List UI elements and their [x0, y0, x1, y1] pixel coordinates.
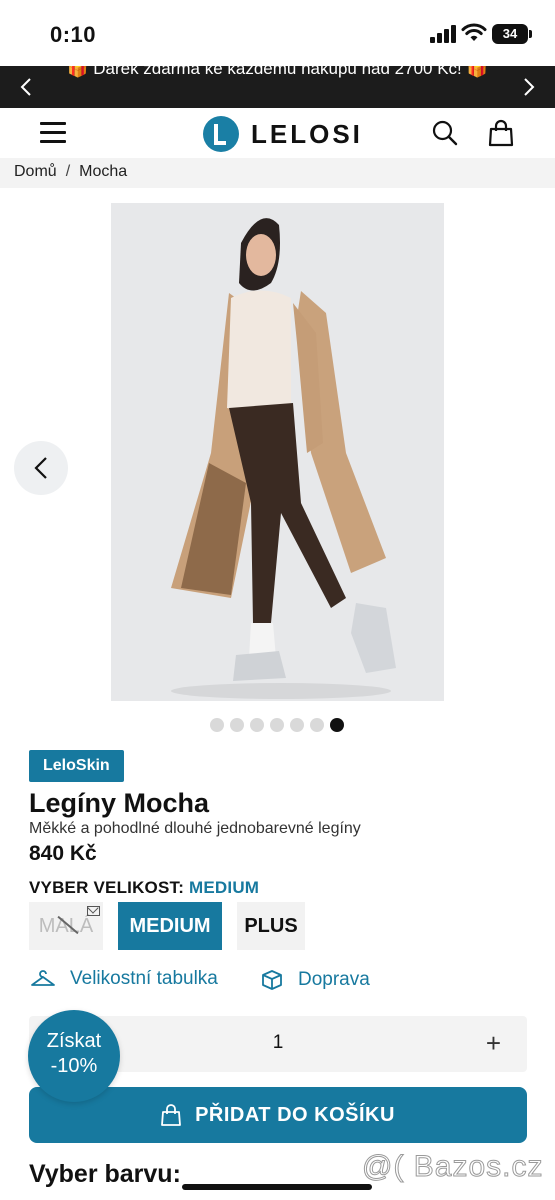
hamburger-menu-icon[interactable]: [40, 122, 66, 144]
product-price: 840 Kč: [29, 842, 97, 865]
chevron-left-icon: [20, 78, 31, 96]
size-option-label: MEDIUM: [129, 914, 211, 937]
breadcrumb: Domů / Mocha: [0, 158, 555, 188]
discount-line1: Získat: [46, 1030, 102, 1052]
breadcrumb-home-link[interactable]: Domů: [14, 163, 57, 180]
gallery-dot[interactable]: [250, 718, 264, 732]
search-icon[interactable]: [432, 120, 458, 146]
add-to-cart-label: PŘIDAT DO KOŠÍKU: [195, 1103, 395, 1126]
gallery-dot[interactable]: [210, 718, 224, 732]
size-chart-link[interactable]: Velikostní tabulka: [30, 968, 218, 990]
size-label-text: VYBER VELIKOST:: [29, 878, 185, 897]
site-header: LELOSI: [0, 108, 555, 158]
add-to-cart-button[interactable]: PŘIDAT DO KOŠÍKU: [29, 1087, 527, 1143]
size-option-label: MALÁ: [38, 914, 94, 937]
promo-text: 🎁 Dárek zdarma ke každému nákupu nad 270…: [67, 66, 488, 78]
promo-prev-button[interactable]: [6, 66, 46, 108]
size-option-medium[interactable]: MEDIUM: [118, 902, 222, 950]
brand-badge[interactable]: LeloSkin: [29, 750, 124, 782]
product-photo: [111, 203, 444, 701]
chevron-right-icon: [524, 78, 535, 96]
gallery-prev-button[interactable]: [14, 441, 68, 495]
gallery-dot[interactable]: [290, 718, 304, 732]
size-option-plus[interactable]: PLUS: [237, 902, 305, 950]
home-indicator: [182, 1184, 372, 1190]
logo-text: LELOSI: [251, 118, 363, 149]
product-title: Legíny Mocha: [29, 788, 210, 818]
gallery-dot[interactable]: [330, 718, 344, 732]
logo-mark-icon: [203, 116, 239, 152]
gallery-dot[interactable]: [270, 718, 284, 732]
package-icon: [262, 970, 282, 990]
discount-bubble[interactable]: Získat -10%: [28, 1010, 120, 1102]
logo[interactable]: LELOSI: [203, 116, 363, 152]
status-bar: 0:10 34: [0, 0, 555, 66]
product-image[interactable]: [111, 203, 444, 701]
mail-icon[interactable]: [87, 906, 100, 916]
shipping-label: Doprava: [298, 969, 370, 990]
shipping-link[interactable]: Doprava: [260, 968, 370, 992]
quantity-plus-button[interactable]: +: [486, 1028, 501, 1059]
gallery-dot[interactable]: [310, 718, 324, 732]
color-section-title: Vyber barvu:: [29, 1160, 181, 1188]
bag-icon: [161, 1104, 181, 1126]
size-chart-label: Velikostní tabulka: [70, 968, 218, 989]
size-option-mala[interactable]: MALÁ: [29, 902, 103, 950]
gallery-dots: [210, 718, 350, 732]
size-selected: MEDIUM: [189, 878, 260, 897]
discount-line2: -10%: [50, 1055, 98, 1077]
size-label: VYBER VELIKOST: MEDIUM: [29, 878, 259, 898]
signal-icon: [430, 25, 456, 43]
hanger-icon: [31, 970, 55, 986]
product-subtitle: Měkké a pohodlné dlouhé jednobarevné leg…: [29, 820, 361, 837]
wifi-icon: [461, 23, 487, 41]
battery-icon: 34: [492, 24, 532, 44]
shopping-bag-icon[interactable]: [488, 119, 514, 147]
watermark: @( Bazos.cz: [362, 1150, 544, 1184]
size-option-label: PLUS: [244, 914, 298, 937]
breadcrumb-current: Mocha: [79, 163, 128, 180]
breadcrumb-separator: /: [65, 163, 71, 180]
chevron-left-icon: [34, 457, 47, 479]
promo-banner: 🎁 Dárek zdarma ke každému nákupu nad 270…: [0, 66, 555, 108]
promo-next-button[interactable]: [509, 66, 549, 108]
status-time: 0:10: [50, 22, 97, 47]
gallery-dot[interactable]: [230, 718, 244, 732]
